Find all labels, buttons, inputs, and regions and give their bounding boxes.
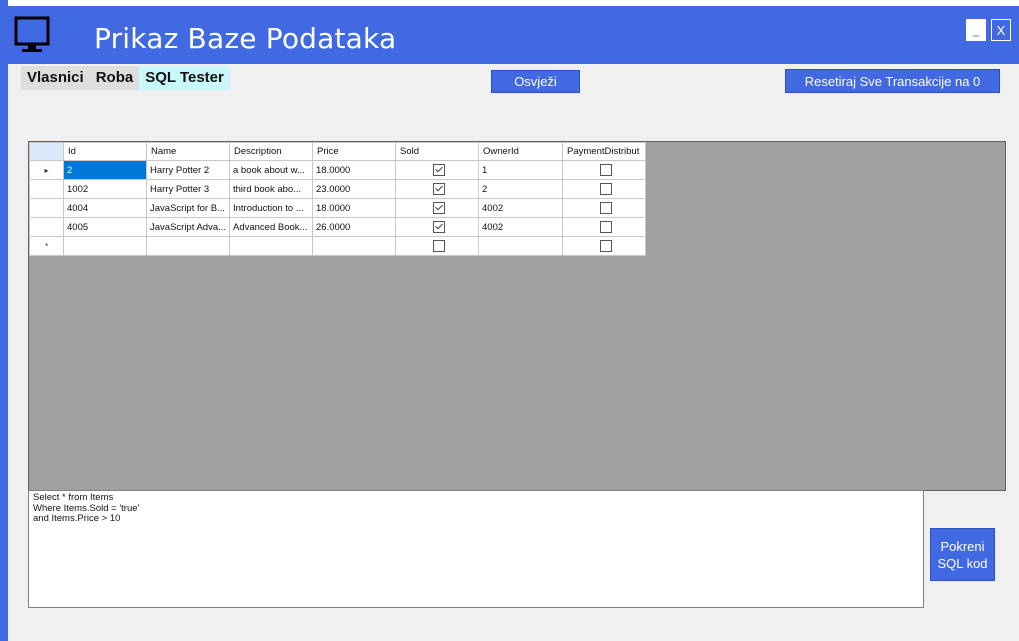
new-row[interactable]: * bbox=[29, 236, 646, 256]
sold-checkbox[interactable] bbox=[432, 183, 445, 195]
cell-description[interactable]: Introduction to ... bbox=[229, 198, 313, 218]
cell-sold[interactable] bbox=[395, 160, 479, 180]
cell-price[interactable]: 18.0000 bbox=[312, 198, 396, 218]
close-button[interactable]: X bbox=[991, 19, 1011, 41]
cell-name[interactable]: Harry Potter 3 bbox=[146, 179, 230, 199]
column-header-paymentdistribut[interactable]: PaymentDistribut bbox=[562, 142, 646, 161]
sold-checkbox[interactable] bbox=[432, 221, 445, 233]
column-header-name[interactable]: Name bbox=[146, 142, 230, 161]
cell-price[interactable]: 18.0000 bbox=[312, 160, 396, 180]
cell-ownerid[interactable]: 4002 bbox=[478, 217, 563, 237]
cell-description[interactable]: a book about w... bbox=[229, 160, 313, 180]
cell-payment[interactable] bbox=[562, 179, 646, 199]
cell-payment[interactable] bbox=[562, 198, 646, 218]
reset-transactions-button[interactable]: Resetiraj Sve Transakcije na 0 bbox=[785, 69, 1000, 93]
minimize-button[interactable]: _ bbox=[966, 19, 986, 41]
column-header-sold[interactable]: Sold bbox=[395, 142, 479, 161]
cell-price[interactable]: 23.0000 bbox=[312, 179, 396, 199]
cell-name[interactable]: JavaScript Adva... bbox=[146, 217, 230, 237]
run-sql-button[interactable]: Pokreni SQL kod bbox=[930, 528, 995, 581]
column-header-id[interactable]: Id bbox=[63, 142, 147, 161]
column-header-description[interactable]: Description bbox=[229, 142, 313, 161]
table-row[interactable]: 4005 JavaScript Adva... Advanced Book...… bbox=[29, 217, 646, 237]
window-border bbox=[0, 0, 8, 641]
tab-vlasnici[interactable]: Vlasnici bbox=[21, 66, 90, 90]
cell-id[interactable]: 2 bbox=[63, 160, 147, 180]
sold-checkbox[interactable] bbox=[432, 202, 445, 214]
cell-name[interactable]: JavaScript for B... bbox=[146, 198, 230, 218]
sold-checkbox[interactable] bbox=[432, 164, 445, 176]
cell-ownerid[interactable] bbox=[478, 236, 563, 256]
cell-id[interactable]: 4004 bbox=[63, 198, 147, 218]
main-window: Prikaz Baze Podataka _ X Vlasnici Roba S… bbox=[8, 6, 1019, 641]
title-bar[interactable]: Prikaz Baze Podataka _ X bbox=[8, 6, 1019, 64]
monitor-icon bbox=[14, 16, 50, 52]
results-grid[interactable]: Id Name Description Price Sold OwnerId P… bbox=[28, 141, 1006, 491]
sql-query-editor[interactable]: Select * from Items Where Items.Sold = '… bbox=[28, 490, 924, 608]
cell-payment[interactable] bbox=[562, 217, 646, 237]
cell-ownerid[interactable]: 4002 bbox=[478, 198, 563, 218]
cell-payment[interactable] bbox=[562, 160, 646, 180]
cell-sold[interactable] bbox=[395, 217, 479, 237]
cell-description[interactable] bbox=[229, 236, 313, 256]
column-header-price[interactable]: Price bbox=[312, 142, 396, 161]
cell-ownerid[interactable]: 1 bbox=[478, 160, 563, 180]
cell-sold[interactable] bbox=[395, 198, 479, 218]
table-row[interactable]: ▸ 2 Harry Potter 2 a book about w... 18.… bbox=[29, 160, 646, 180]
window-title: Prikaz Baze Podataka bbox=[94, 22, 397, 55]
payment-checkbox[interactable] bbox=[599, 164, 612, 176]
table-row[interactable]: 4004 JavaScript for B... Introduction to… bbox=[29, 198, 646, 218]
cell-name[interactable]: Harry Potter 2 bbox=[146, 160, 230, 180]
results-table: Id Name Description Price Sold OwnerId P… bbox=[29, 142, 646, 256]
cell-sold[interactable] bbox=[395, 179, 479, 199]
payment-checkbox[interactable] bbox=[599, 240, 612, 252]
cell-id[interactable]: 1002 bbox=[63, 179, 147, 199]
refresh-button[interactable]: Osvježi bbox=[491, 70, 580, 93]
row-header[interactable]: ▸ bbox=[29, 160, 64, 180]
row-header[interactable] bbox=[29, 179, 64, 199]
payment-checkbox[interactable] bbox=[599, 202, 612, 214]
payment-checkbox[interactable] bbox=[599, 183, 612, 195]
new-row-header[interactable]: * bbox=[29, 236, 64, 256]
payment-checkbox[interactable] bbox=[599, 221, 612, 233]
header-row: Id Name Description Price Sold OwnerId P… bbox=[29, 142, 646, 161]
cell-price[interactable]: 26.0000 bbox=[312, 217, 396, 237]
cell-id[interactable] bbox=[63, 236, 147, 256]
corner-header[interactable] bbox=[29, 142, 64, 161]
cell-name[interactable] bbox=[146, 236, 230, 256]
cell-sold[interactable] bbox=[395, 236, 479, 256]
sold-checkbox[interactable] bbox=[432, 240, 445, 252]
tab-sql-tester[interactable]: SQL Tester bbox=[139, 66, 230, 90]
tab-strip: Vlasnici Roba SQL Tester bbox=[21, 66, 230, 90]
cell-id[interactable]: 4005 bbox=[63, 217, 147, 237]
cell-description[interactable]: third book abo... bbox=[229, 179, 313, 199]
tab-roba[interactable]: Roba bbox=[89, 66, 140, 90]
row-header[interactable] bbox=[29, 217, 64, 237]
cell-ownerid[interactable]: 2 bbox=[478, 179, 563, 199]
table-row[interactable]: 1002 Harry Potter 3 third book abo... 23… bbox=[29, 179, 646, 199]
column-header-ownerid[interactable]: OwnerId bbox=[478, 142, 563, 161]
cell-description[interactable]: Advanced Book... bbox=[229, 217, 313, 237]
row-header[interactable] bbox=[29, 198, 64, 218]
cell-payment[interactable] bbox=[562, 236, 646, 256]
cell-price[interactable] bbox=[312, 236, 396, 256]
